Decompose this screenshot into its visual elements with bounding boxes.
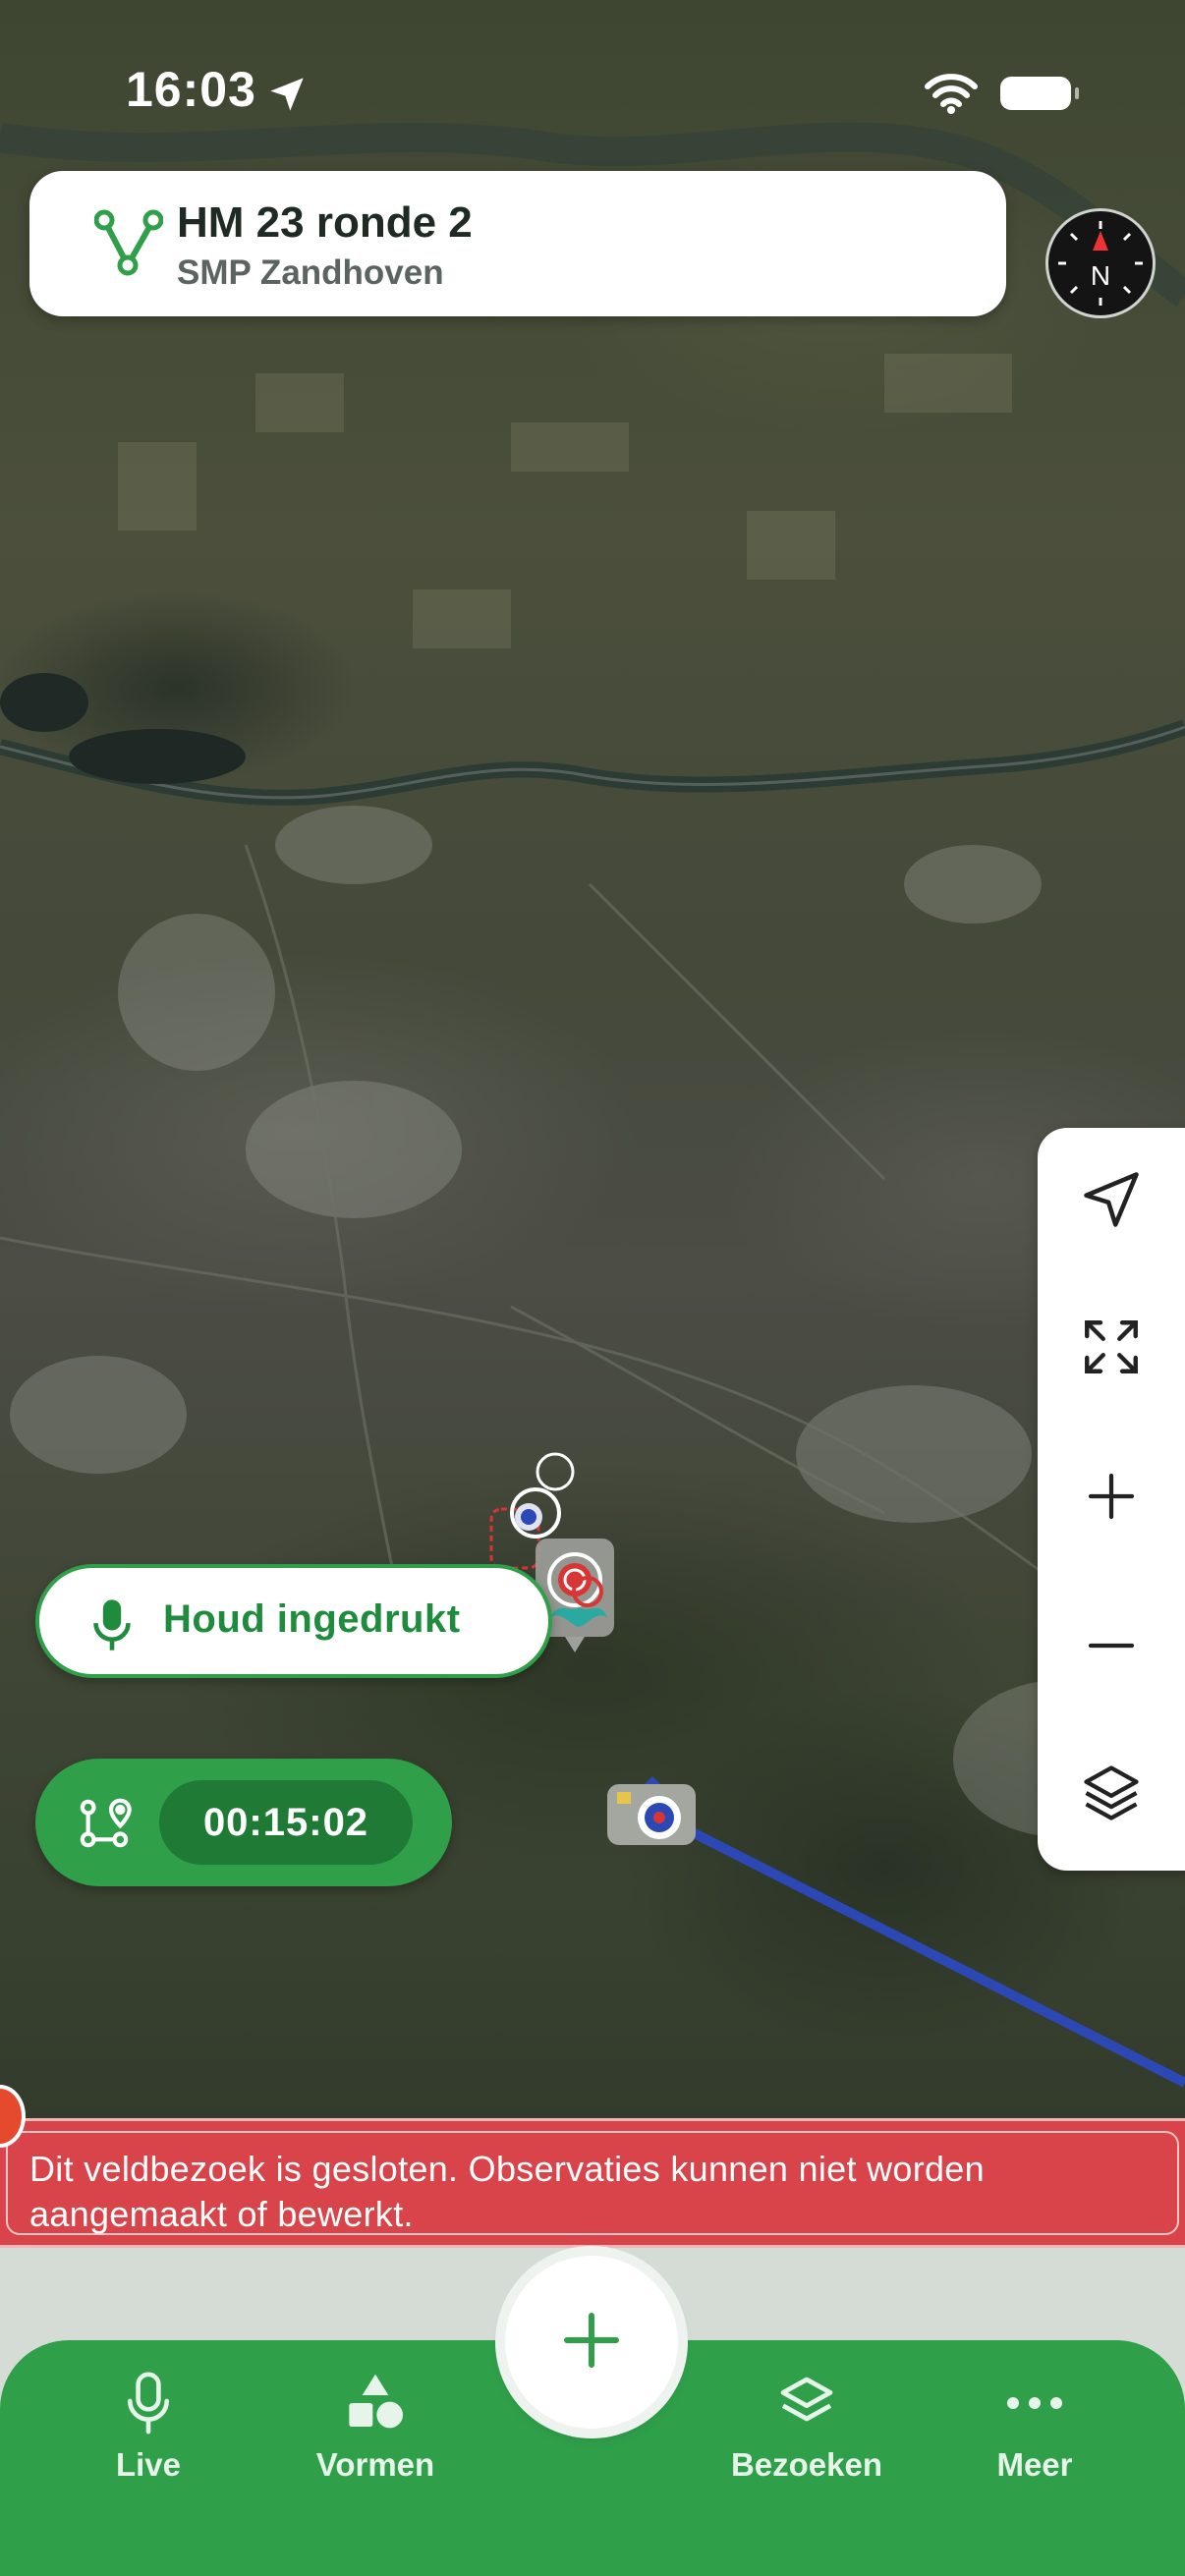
layers-icon [1078, 1760, 1145, 1831]
fit-bounds-button[interactable] [1038, 1275, 1185, 1423]
visit-closed-message: Dit veldbezoek is gesloten. Observaties … [29, 2149, 985, 2234]
nav-vormen-label: Vormen [315, 2446, 435, 2483]
zoom-in-button[interactable] [1038, 1425, 1185, 1572]
shapes-icon [292, 2368, 459, 2438]
compass-button[interactable]: N [1045, 208, 1156, 318]
microphone-icon [65, 2368, 232, 2438]
nav-bezoeken-label: Bezoeken [730, 2446, 883, 2483]
add-observation-button[interactable] [505, 2256, 678, 2429]
status-time: 16:03 [126, 62, 256, 117]
route-tracking-icon [77, 1796, 132, 1856]
battery-icon [1000, 77, 1079, 110]
locate-me-button[interactable] [1038, 1128, 1185, 1275]
layers-icon [723, 2368, 890, 2438]
nav-bezoeken[interactable]: Bezoeken [723, 2368, 890, 2495]
nav-meer-label: Meer [996, 2446, 1073, 2483]
map-layers-button[interactable] [1038, 1721, 1185, 1869]
zoom-in-icon [1084, 1469, 1139, 1529]
nav-live[interactable]: Live [65, 2368, 232, 2495]
visit-header-card[interactable]: HM 23 ronde 2 SMP Zandhoven [29, 171, 1006, 316]
microphone-icon [90, 1597, 134, 1657]
status-bar: 16:03 [0, 0, 1185, 157]
elapsed-time: 00:15:02 [159, 1780, 413, 1865]
route-icon [93, 208, 164, 282]
zoom-out-button[interactable] [1038, 1574, 1185, 1721]
nav-meer[interactable]: Meer [951, 2368, 1118, 2495]
more-dots-icon [951, 2368, 1118, 2438]
plus-icon [562, 2311, 621, 2375]
nav-vormen[interactable]: Vormen [292, 2368, 459, 2495]
current-location-marker[interactable] [605, 1774, 700, 1855]
locate-icon [1078, 1166, 1145, 1238]
push-to-talk-button[interactable]: Houd ingedrukt [35, 1564, 552, 1678]
push-to-talk-label: Houd ingedrukt [163, 1597, 461, 1641]
fit-bounds-icon [1079, 1315, 1144, 1384]
compass-north-label: N [1090, 260, 1111, 291]
map-controls-panel [1038, 1128, 1185, 1871]
visit-subtitle: SMP Zandhoven [177, 253, 444, 292]
location-arrow-icon [267, 75, 307, 119]
zoom-out-icon [1084, 1618, 1139, 1678]
visit-closed-banner: Dit veldbezoek is gesloten. Observaties … [0, 2118, 1185, 2248]
track-timer[interactable]: 00:15:02 [35, 1759, 452, 1886]
nav-live-label: Live [115, 2446, 182, 2483]
wifi-icon [924, 73, 979, 119]
visit-title: HM 23 ronde 2 [177, 198, 473, 247]
